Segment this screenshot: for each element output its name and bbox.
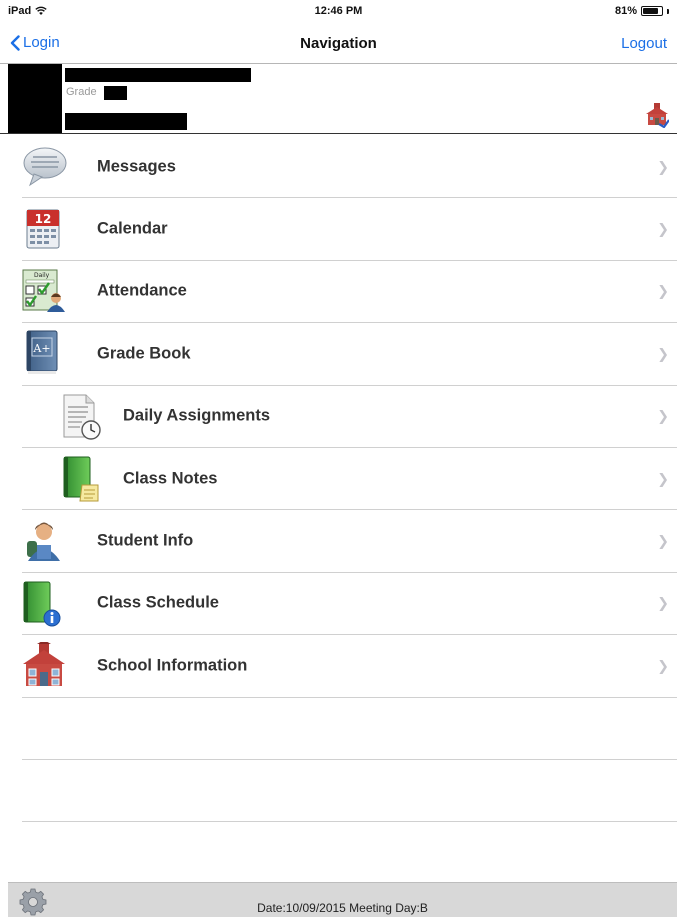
chevron-right-icon: ❯ [657,282,669,299]
page-title: Navigation [300,35,377,52]
menu-item-class-notes[interactable]: Class Notes ❯ [22,448,677,511]
chevron-right-icon: ❯ [657,470,669,487]
menu-item-school-information[interactable]: School Information ❯ [22,635,677,698]
menu-item-label: Student Info [97,531,194,550]
date-meeting-day: Date:10/09/2015 Meeting Day:B [257,901,428,915]
battery-icon [641,6,663,16]
menu-item-daily-assignments[interactable]: Daily Assignments ❯ [22,386,677,448]
student-name-redacted [65,68,251,82]
empty-row [22,698,677,760]
battery-tip [667,8,669,14]
battery-fill [643,8,658,14]
menu-item-label: Class Schedule [97,593,219,612]
menu-item-messages[interactable]: Messages ❯ [22,136,677,199]
chevron-right-icon: ❯ [657,657,669,674]
gradebook-icon-text: A+ [32,342,50,355]
student-icon [27,522,60,562]
grade-value-redacted [104,86,127,100]
status-time: 12:46 PM [314,5,363,17]
logout-button[interactable]: Logout [621,35,667,52]
grade-label: Grade [66,86,97,98]
attendance-icon-text: Daily [34,272,50,279]
school-switch-icon[interactable] [645,102,669,128]
navigation-bar: Login Navigation Logout [0,22,677,64]
battery-percent: 81% [614,5,637,17]
menu-item-label: Calendar [97,219,168,238]
schoolhouse-icon [23,642,65,687]
menu-item-label: Class Notes [123,469,218,488]
chevron-right-icon: ❯ [657,532,669,549]
school-name-redacted [65,113,187,130]
student-photo-redacted [8,64,62,133]
menu-item-label: Daily Assignments [123,406,271,425]
student-header: Grade [0,64,677,134]
status-bar: iPad 12:46 PM 81% [0,0,677,22]
navigation-menu: Messages ❯ 12 Calendar ❯ Daily Attendanc… [0,136,677,823]
gradebook-icon: A+ [26,330,58,375]
attendance-checklist-icon: Daily [22,269,65,312]
chevron-right-icon: ❯ [657,345,669,362]
menu-item-label: Messages [97,157,176,176]
menu-item-label: Attendance [97,281,187,300]
speech-bubble-icon [23,147,67,187]
calendar-day-number: 12 [35,212,52,226]
chevron-right-icon: ❯ [657,220,669,237]
menu-item-attendance[interactable]: Daily Attendance ❯ [22,261,677,324]
menu-item-label: Grade Book [97,344,191,363]
schedule-book-icon [23,581,61,627]
menu-item-calendar[interactable]: 12 Calendar ❯ [22,198,677,261]
menu-item-label: School Information [97,656,248,675]
chevron-right-icon: ❯ [657,158,669,175]
menu-item-grade-book[interactable]: A+ Grade Book ❯ [22,323,677,386]
chevron-right-icon: ❯ [657,407,669,424]
status-right: 81% [615,5,669,17]
menu-item-class-schedule[interactable]: Class Schedule ❯ [22,573,677,636]
notebook-icon [63,456,99,502]
menu-item-student-info[interactable]: Student Info ❯ [22,510,677,573]
empty-row [22,760,677,823]
calendar-icon: 12 [26,209,60,249]
footer-bar: Date:10/09/2015 Meeting Day:B [8,882,677,917]
chevron-right-icon: ❯ [657,594,669,611]
assignment-clock-icon [63,394,101,440]
